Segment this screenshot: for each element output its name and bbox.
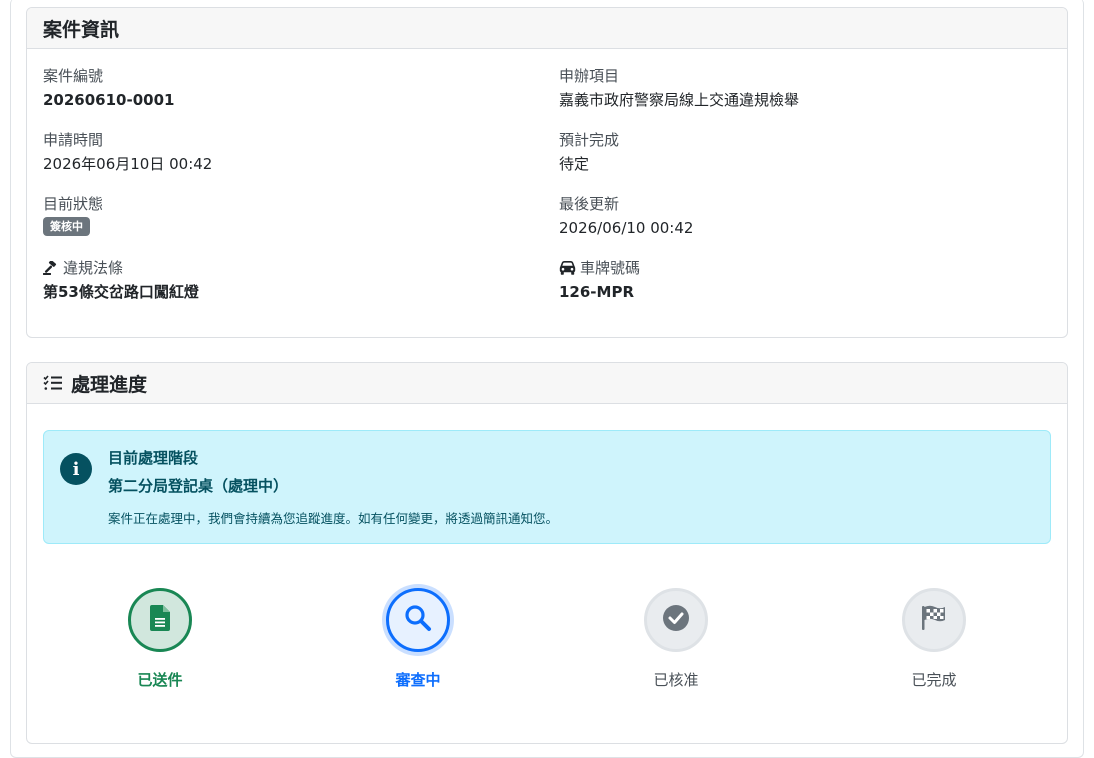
step-completed-label: 已完成 (911, 671, 957, 689)
car-icon (559, 261, 576, 275)
step-reviewing: 審查中 (348, 588, 488, 690)
updated-value: 2026/06/10 00:42 (559, 219, 694, 237)
progress-steps: 已送件 審查中 已核准 已完成 (27, 588, 1067, 698)
step-approved: 已核准 (606, 588, 746, 690)
apply-time-value: 2026年06月10日 00:42 (43, 155, 213, 173)
status-label: 目前狀態 (43, 195, 104, 213)
status-badge: 簽核中 (43, 217, 90, 236)
step-submitted-label: 已送件 (137, 671, 183, 689)
alert-text: 案件正在處理中，我們會持續為您追蹤進度。如有任何變更，將透過簡訊通知您。 (108, 511, 559, 526)
list-check-icon (43, 375, 63, 391)
field-case-no: 案件編號 20260610-0001 (43, 66, 543, 111)
progress-card: 處理進度 i 目前處理階段 第二分局登記桌（處理中） 案件正在處理中，我們會持續… (26, 362, 1068, 744)
case-info-header: 案件資訊 (27, 8, 1067, 49)
file-icon (150, 605, 170, 635)
gavel-icon (43, 261, 59, 275)
updated-label: 最後更新 (559, 195, 620, 213)
flag-checkered-icon (921, 605, 947, 635)
alert-title: 目前處理階段 (108, 449, 199, 467)
violation-value: 第53條交岔路口闖紅燈 (43, 283, 199, 301)
progress-title: 處理進度 (71, 373, 148, 396)
expected-label: 預計完成 (559, 131, 620, 149)
field-violation: 違規法條 第53條交岔路口闖紅燈 (43, 258, 543, 303)
check-circle-icon (662, 604, 690, 636)
field-apply-time: 申請時間 2026年06月10日 00:42 (43, 130, 543, 175)
service-value: 嘉義市政府警察局線上交通違規檢舉 (559, 91, 800, 109)
violation-label: 違規法條 (63, 259, 124, 277)
plate-label: 車牌號碼 (580, 259, 641, 277)
apply-time-label: 申請時間 (43, 131, 104, 149)
search-icon (404, 604, 432, 636)
info-icon: i (60, 453, 92, 485)
field-service: 申辦項目 嘉義市政府警察局線上交通違規檢舉 (559, 66, 1059, 111)
field-updated: 最後更新 2026/06/10 00:42 (559, 194, 1059, 239)
field-status: 目前狀態 簽核中 (43, 194, 543, 236)
step-completed: 已完成 (864, 588, 1004, 690)
case-no-label: 案件編號 (43, 67, 104, 85)
step-submitted: 已送件 (90, 588, 230, 690)
case-no-value: 20260610-0001 (43, 91, 175, 109)
field-plate: 車牌號碼 126-MPR (559, 258, 1059, 303)
step-approved-label: 已核准 (653, 671, 699, 689)
plate-value: 126-MPR (559, 283, 635, 301)
alert-stage: 第二分局登記桌（處理中） (108, 477, 289, 495)
step-reviewing-label: 審查中 (395, 671, 441, 689)
expected-value: 待定 (559, 155, 590, 173)
case-info-title: 案件資訊 (43, 18, 120, 41)
progress-header: 處理進度 (27, 363, 1067, 404)
service-label: 申辦項目 (559, 67, 620, 85)
current-stage-alert: i 目前處理階段 第二分局登記桌（處理中） 案件正在處理中，我們會持續為您追蹤進… (43, 430, 1051, 544)
field-expected: 預計完成 待定 (559, 130, 1059, 175)
